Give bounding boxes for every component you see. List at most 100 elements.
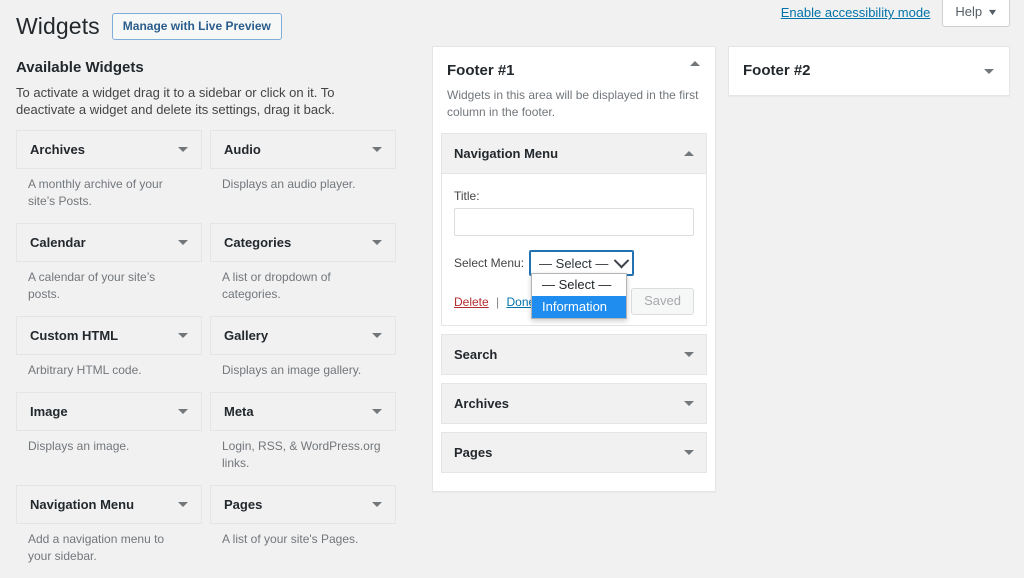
chevron-down-icon[interactable] bbox=[372, 240, 382, 245]
available-widgets-intro: To activate a widget drag it to a sideba… bbox=[16, 84, 394, 118]
action-separator: | bbox=[492, 295, 503, 309]
sidebar-panel-footer-2: Footer #2 bbox=[728, 46, 1010, 96]
sidebar-panel-footer-1-header[interactable]: Footer #1 bbox=[433, 47, 715, 81]
chevron-down-icon[interactable] bbox=[178, 502, 188, 507]
widget-title: Meta bbox=[224, 403, 254, 420]
available-widget-meta-header[interactable]: Meta bbox=[210, 392, 396, 431]
available-widget-audio-header[interactable]: Audio bbox=[210, 130, 396, 169]
title-input[interactable] bbox=[454, 208, 694, 236]
available-widget-custom-html-header[interactable]: Custom HTML bbox=[16, 316, 202, 355]
screen-meta-links: Enable accessibility mode Help ▼ bbox=[781, 0, 1010, 28]
available-widget-custom-html: Custom HTML Arbitrary HTML code. bbox=[16, 316, 202, 387]
sidebar-widget-pages-header[interactable]: Pages bbox=[442, 433, 706, 472]
sidebar-title: Footer #1 bbox=[447, 61, 515, 81]
select-option-information[interactable]: Information bbox=[532, 296, 626, 318]
chevron-up-icon[interactable] bbox=[690, 61, 700, 66]
available-widget-image: Image Displays an image. bbox=[16, 392, 202, 480]
available-widgets-section: Available Widgets To activate a widget d… bbox=[16, 58, 396, 578]
chevron-down-icon[interactable] bbox=[984, 69, 994, 74]
manage-with-live-preview-button[interactable]: Manage with Live Preview bbox=[112, 13, 282, 40]
widget-title: Pages bbox=[454, 444, 492, 461]
available-widget-archives-header[interactable]: Archives bbox=[16, 130, 202, 169]
page-title-row: Widgets Manage with Live Preview bbox=[16, 12, 282, 41]
chevron-down-icon[interactable] bbox=[684, 450, 694, 455]
sidebar-title: Footer #2 bbox=[743, 61, 811, 81]
available-widget-categories: Categories A list or dropdown of categor… bbox=[210, 223, 396, 311]
widget-description: Arbitrary HTML code. bbox=[16, 355, 188, 387]
widget-title: Audio bbox=[224, 141, 261, 158]
available-widgets-heading: Available Widgets bbox=[16, 58, 396, 78]
widget-description: A calendar of your site’s posts. bbox=[16, 262, 188, 311]
widget-description: Login, RSS, & WordPress.org links. bbox=[210, 431, 382, 480]
chevron-down-icon[interactable] bbox=[684, 401, 694, 406]
chevron-down-icon[interactable] bbox=[178, 147, 188, 152]
widget-description: Displays an image. bbox=[16, 431, 188, 463]
available-widget-pages-header[interactable]: Pages bbox=[210, 485, 396, 524]
widget-title: Categories bbox=[224, 234, 291, 251]
chevron-down-icon[interactable] bbox=[372, 147, 382, 152]
widget-description: Add a navigation menu to your sidebar. bbox=[16, 524, 188, 573]
select-menu-value: — Select — bbox=[539, 256, 608, 271]
widget-title: Archives bbox=[30, 141, 85, 158]
sidebar-widget-search: Search bbox=[441, 334, 707, 375]
widget-title: Search bbox=[454, 346, 497, 363]
sidebar-widget-search-header[interactable]: Search bbox=[442, 335, 706, 374]
widget-description: A list of your site's Pages. bbox=[210, 524, 382, 556]
widget-description: A monthly archive of your site’s Posts. bbox=[16, 169, 188, 218]
sidebar-widget-archives: Archives bbox=[441, 383, 707, 424]
sidebar-description: Widgets in this area will be displayed i… bbox=[433, 81, 715, 133]
available-widget-image-header[interactable]: Image bbox=[16, 392, 202, 431]
available-widget-calendar-header[interactable]: Calendar bbox=[16, 223, 202, 262]
available-widget-calendar: Calendar A calendar of your site’s posts… bbox=[16, 223, 202, 311]
help-tab-label: Help bbox=[955, 4, 982, 20]
chevron-down-icon[interactable] bbox=[684, 352, 694, 357]
available-widget-archives: Archives A monthly archive of your site’… bbox=[16, 130, 202, 218]
available-widget-navigation-menu: Navigation Menu Add a navigation menu to… bbox=[16, 485, 202, 573]
sidebar-widgets-list: Navigation Menu Title: Select Menu: — Se… bbox=[433, 133, 715, 491]
widget-title: Pages bbox=[224, 496, 262, 513]
sidebar-panel-footer-2-header[interactable]: Footer #2 bbox=[729, 47, 1009, 95]
widget-title: Image bbox=[30, 403, 68, 420]
save-button[interactable]: Saved bbox=[631, 288, 694, 315]
available-widget-gallery: Gallery Displays an image gallery. bbox=[210, 316, 396, 387]
chevron-down-icon: ▼ bbox=[987, 4, 999, 20]
available-widget-navigation-menu-header[interactable]: Navigation Menu bbox=[16, 485, 202, 524]
chevron-down-icon[interactable] bbox=[372, 333, 382, 338]
sidebar-widget-navigation-menu: Navigation Menu Title: Select Menu: — Se… bbox=[441, 133, 707, 326]
enable-accessibility-mode-link[interactable]: Enable accessibility mode bbox=[781, 0, 943, 26]
chevron-down-icon bbox=[614, 252, 630, 268]
widget-actions-links: Delete | Done bbox=[454, 294, 535, 310]
select-option-none[interactable]: — Select — bbox=[532, 274, 626, 296]
sidebar-panel-footer-1: Footer #1 Widgets in this area will be d… bbox=[432, 46, 716, 492]
available-widget-gallery-header[interactable]: Gallery bbox=[210, 316, 396, 355]
title-field-label: Title: bbox=[454, 188, 694, 204]
widget-title: Gallery bbox=[224, 327, 268, 344]
chevron-down-icon[interactable] bbox=[178, 409, 188, 414]
available-widget-meta: Meta Login, RSS, & WordPress.org links. bbox=[210, 392, 396, 480]
chevron-down-icon[interactable] bbox=[178, 240, 188, 245]
chevron-down-icon[interactable] bbox=[178, 333, 188, 338]
widget-description: Displays an image gallery. bbox=[210, 355, 382, 387]
widget-title: Archives bbox=[454, 395, 509, 412]
page-title: Widgets bbox=[16, 12, 100, 41]
chevron-up-icon[interactable] bbox=[684, 151, 694, 156]
select-menu-row: Select Menu: — Select — — Select — Infor… bbox=[454, 250, 694, 276]
widget-title: Calendar bbox=[30, 234, 86, 251]
widget-description: Displays an audio player. bbox=[210, 169, 382, 201]
select-menu-label: Select Menu: bbox=[454, 255, 524, 271]
delete-link[interactable]: Delete bbox=[454, 295, 489, 309]
widget-title: Navigation Menu bbox=[454, 145, 558, 162]
widget-title: Navigation Menu bbox=[30, 496, 134, 513]
sidebar-widget-archives-header[interactable]: Archives bbox=[442, 384, 706, 423]
sidebar-widget-pages: Pages bbox=[441, 432, 707, 473]
widget-title: Custom HTML bbox=[30, 327, 118, 344]
chevron-down-icon[interactable] bbox=[372, 502, 382, 507]
sidebar-widget-navigation-menu-body: Title: Select Menu: — Select — — Select … bbox=[442, 174, 706, 325]
chevron-down-icon[interactable] bbox=[372, 409, 382, 414]
available-widgets-grid: Archives A monthly archive of your site’… bbox=[16, 130, 396, 578]
sidebar-widget-navigation-menu-header[interactable]: Navigation Menu bbox=[442, 134, 706, 174]
available-widget-categories-header[interactable]: Categories bbox=[210, 223, 396, 262]
available-widget-pages: Pages A list of your site's Pages. bbox=[210, 485, 396, 573]
select-menu-options-popup[interactable]: — Select — Information bbox=[531, 273, 627, 319]
help-tab-button[interactable]: Help ▼ bbox=[942, 0, 1010, 27]
